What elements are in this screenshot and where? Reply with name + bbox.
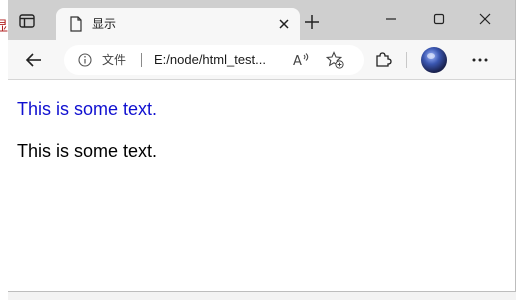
- divider: [406, 52, 407, 68]
- blue-paragraph: This is some text.: [17, 99, 158, 119]
- plus-icon: [305, 15, 319, 29]
- star-add-icon[interactable]: [325, 51, 344, 69]
- site-info-label[interactable]: 文件: [102, 52, 126, 68]
- arrow-left-icon: [25, 53, 41, 67]
- url-text[interactable]: E:/node/html_test...: [154, 52, 266, 68]
- tab-active[interactable]: 显示: [56, 8, 300, 40]
- tab-title: 显示: [92, 17, 117, 31]
- puzzle-icon[interactable]: [374, 50, 392, 68]
- browser-toolbar: 文件 E:/node/html_test... A: [8, 40, 515, 80]
- close-icon: [479, 13, 491, 25]
- divider: [141, 53, 142, 67]
- avatar[interactable]: [421, 47, 447, 73]
- minimize-button[interactable]: [384, 12, 398, 26]
- background-window-edge: r 显: [0, 0, 8, 300]
- document-icon: [69, 16, 83, 32]
- tab-strip: 显示: [8, 0, 515, 40]
- avatar-highlight: [427, 53, 435, 59]
- maximize-icon: [433, 13, 445, 25]
- maximize-button[interactable]: [432, 12, 446, 26]
- info-icon[interactable]: [78, 53, 92, 67]
- svg-text:A: A: [293, 54, 302, 68]
- window-close-button[interactable]: [478, 12, 492, 26]
- new-tab-button[interactable]: [304, 14, 320, 30]
- close-icon[interactable]: [276, 16, 292, 32]
- back-button[interactable]: [24, 50, 44, 70]
- minimize-icon: [386, 18, 396, 20]
- ellipsis-icon: [472, 58, 488, 62]
- page-content: This is some text. This is some text.: [8, 80, 515, 291]
- tab-actions-icon[interactable]: [18, 12, 36, 30]
- read-aloud-icon[interactable]: A: [292, 52, 310, 69]
- address-bar[interactable]: 文件 E:/node/html_test... A: [64, 45, 364, 75]
- more-button[interactable]: [470, 52, 490, 68]
- black-paragraph: This is some text.: [17, 141, 158, 161]
- background-text-fragment: 显: [0, 19, 8, 35]
- browser-window: 显示 文件 E:/node/html_test... A This is som…: [8, 0, 516, 292]
